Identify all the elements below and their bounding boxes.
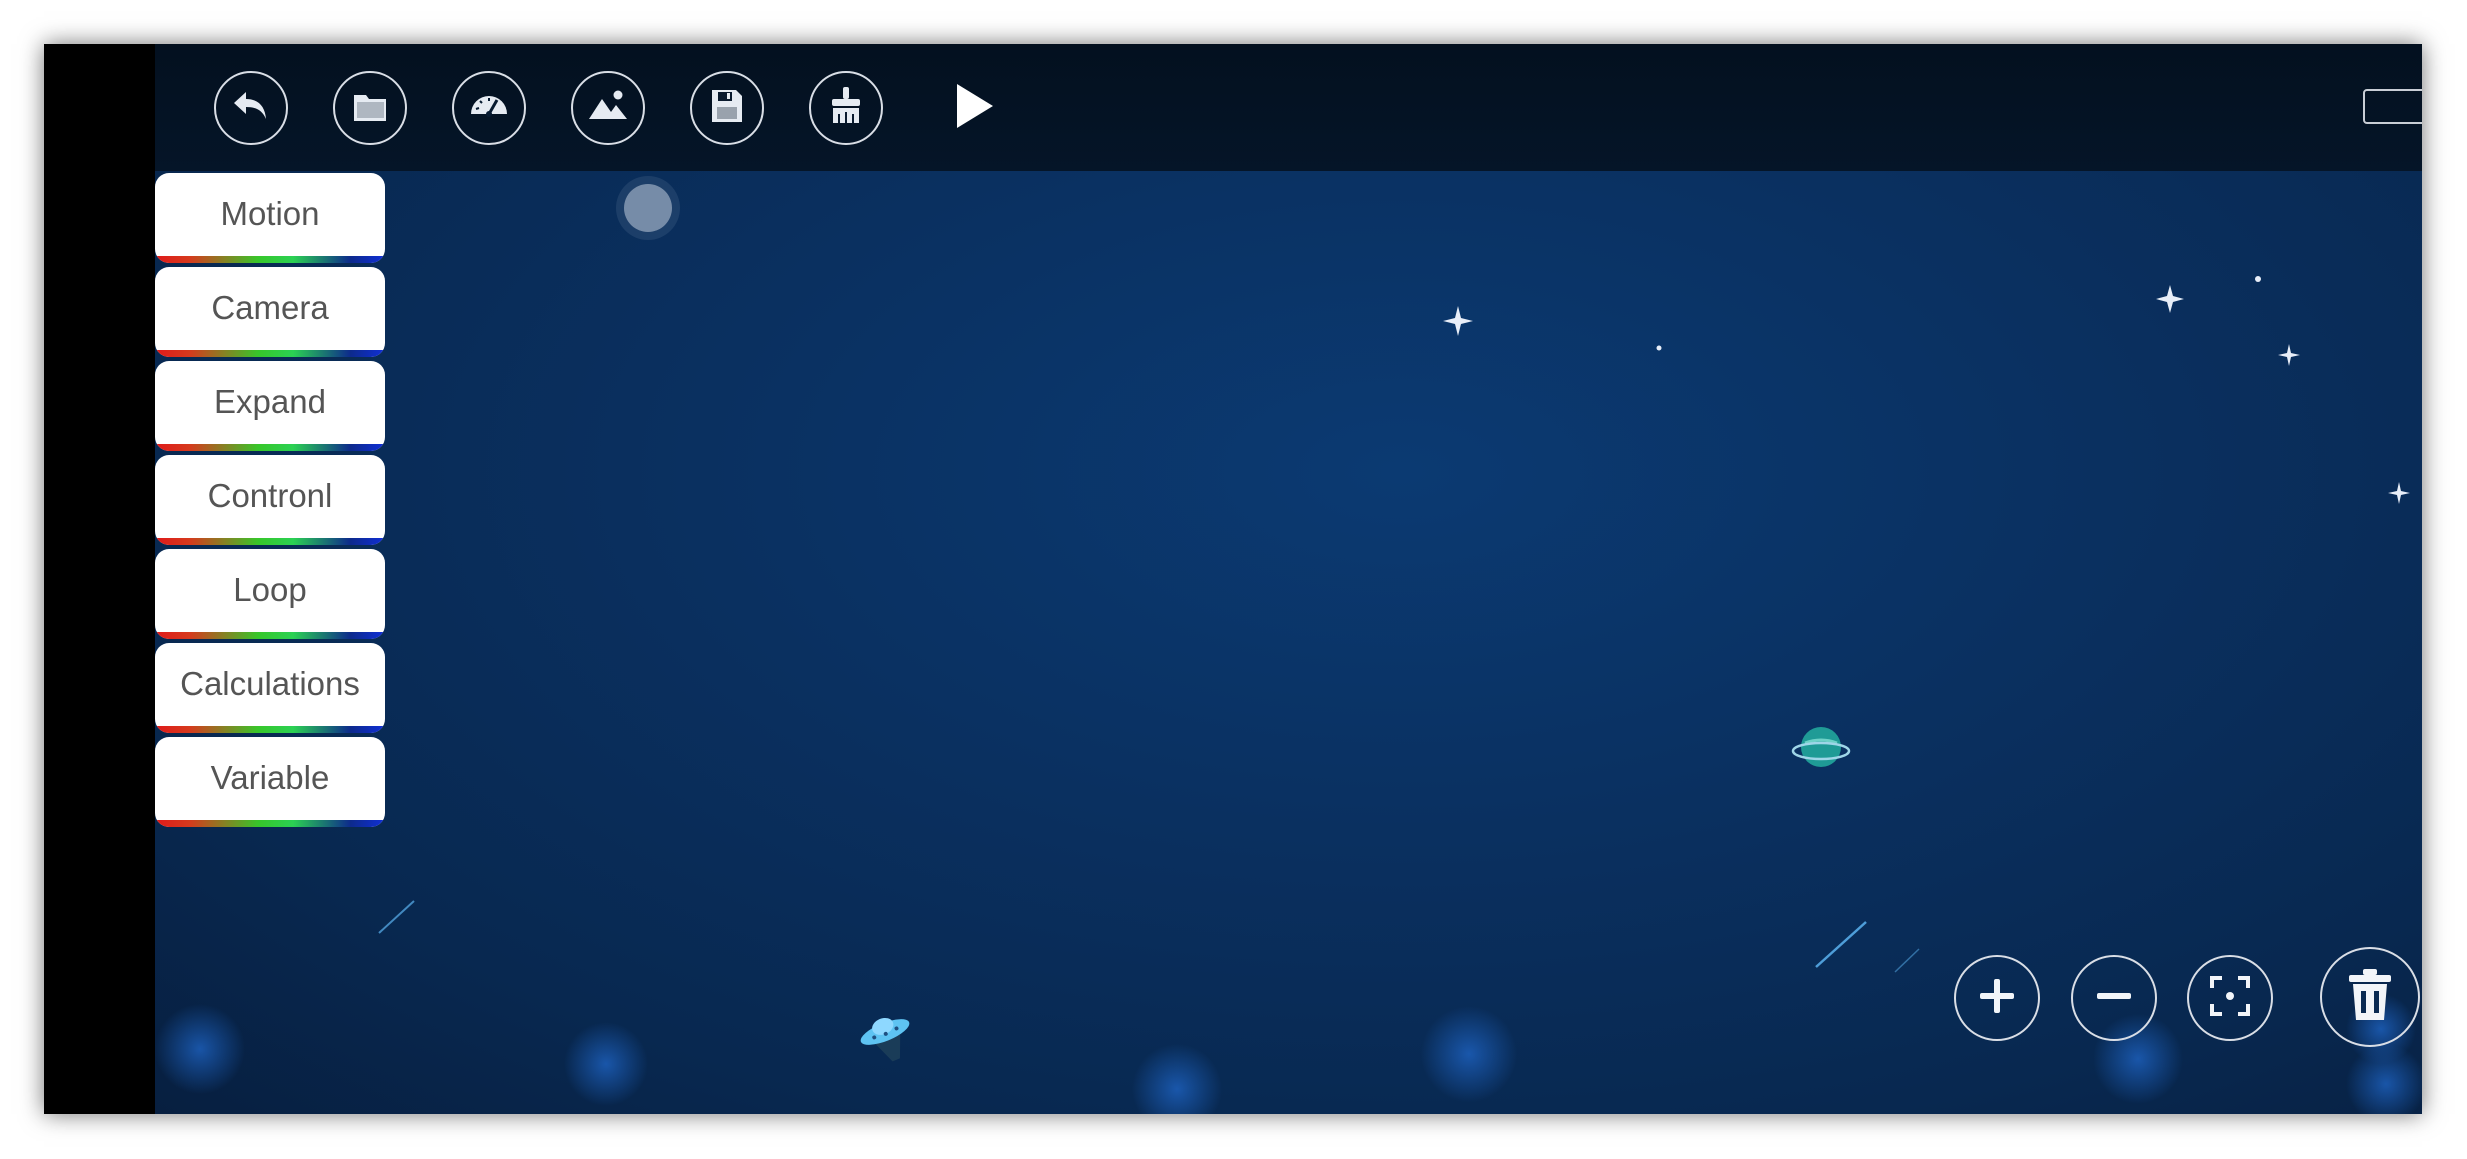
category-color-bar (155, 820, 385, 827)
category-color-bar (155, 444, 385, 451)
category-color-bar (155, 726, 385, 733)
category-variable[interactable]: Variable (155, 737, 385, 827)
category-label: Camera (211, 289, 329, 326)
save-button[interactable] (690, 71, 764, 145)
category-label: Expand (214, 383, 326, 420)
left-margin (44, 44, 155, 1114)
category-control[interactable]: Contronl (155, 455, 385, 545)
battery-icon (2363, 89, 2422, 124)
category-label: Contronl (207, 477, 333, 514)
clear-button[interactable] (809, 71, 883, 145)
space-decoration (155, 125, 2422, 1114)
category-label: Motion (220, 195, 320, 232)
delete-button[interactable] (2320, 947, 2420, 1047)
broom-icon (823, 83, 869, 133)
category-label: Loop (233, 571, 307, 608)
floppy-disk-icon (704, 83, 750, 133)
back-button[interactable] (214, 71, 288, 145)
category-motion[interactable]: Motion (155, 173, 385, 263)
open-folder-button[interactable] (333, 71, 407, 145)
speed-button[interactable] (452, 71, 526, 145)
category-loop[interactable]: Loop (155, 549, 385, 639)
center-view-button[interactable] (2187, 955, 2273, 1041)
run-button[interactable] (951, 82, 999, 134)
zoom-out-button[interactable] (2071, 955, 2157, 1041)
minus-icon (2092, 974, 2136, 1022)
category-color-bar (155, 538, 385, 545)
play-icon (955, 82, 995, 134)
zoom-in-button[interactable] (1954, 955, 2040, 1041)
undo-arrow-icon (228, 83, 274, 133)
folder-icon (347, 83, 393, 133)
image-mountain-icon (585, 83, 631, 133)
category-color-bar (155, 350, 385, 357)
category-color-bar (155, 632, 385, 639)
focus-center-icon (2207, 973, 2253, 1023)
workspace-canvas[interactable] (155, 44, 2422, 1114)
category-expand[interactable]: Expand (155, 361, 385, 451)
category-camera[interactable]: Camera (155, 267, 385, 357)
plus-icon (1975, 974, 2019, 1022)
trash-icon (2345, 967, 2395, 1027)
background-button[interactable] (571, 71, 645, 145)
category-label: Calculations (180, 665, 360, 702)
top-toolbar (155, 44, 2422, 171)
category-calculations[interactable]: Calculations (155, 643, 385, 733)
speedometer-icon (466, 83, 512, 133)
category-label: Variable (210, 759, 330, 796)
app-window: Motion Camera Expand Contronl Loop Calcu… (44, 44, 2422, 1114)
category-color-bar (155, 256, 385, 263)
